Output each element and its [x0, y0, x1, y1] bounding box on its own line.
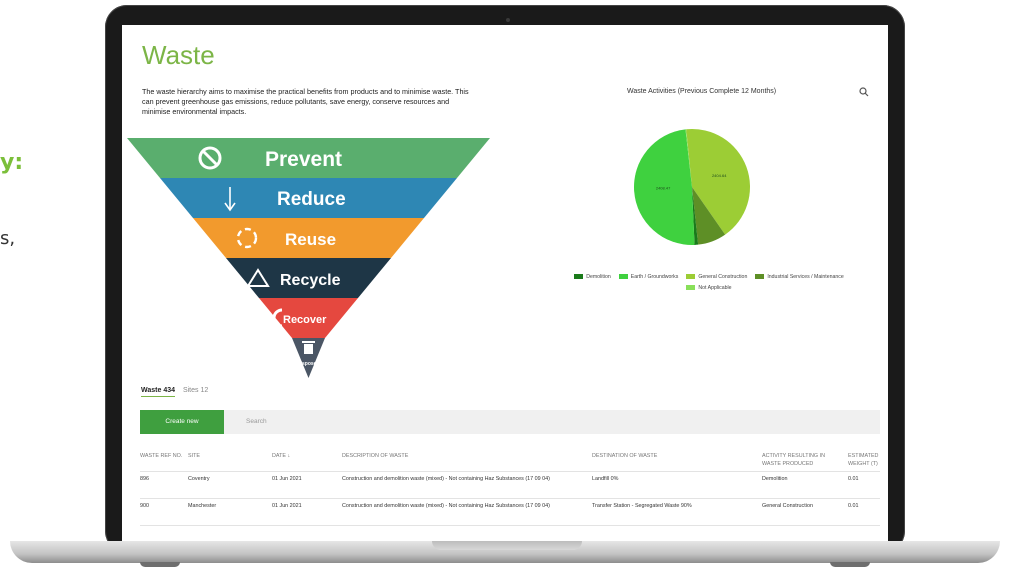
- legend-label: Not Applicable: [698, 285, 732, 291]
- tier-label-prevent: Prevent: [265, 148, 342, 171]
- table-row[interactable]: 896 Coventry 01 Jun 2021 Construction an…: [140, 472, 880, 499]
- tier-label-dispose: Dispose: [297, 361, 317, 367]
- tab-sites-count: 12: [200, 387, 209, 394]
- legend-item[interactable]: Demolition: [574, 272, 611, 283]
- cell-activity: Demolition: [762, 476, 788, 482]
- column-header-description[interactable]: DESCRIPTION OF WASTE: [342, 452, 582, 460]
- pie-data-label: 2408.47: [656, 185, 671, 190]
- waste-hierarchy-pyramid: Prevent Reduce Reuse Recycle Recover Dis…: [127, 138, 490, 378]
- legend-swatch: [618, 274, 628, 280]
- cell-site: Coventry: [188, 476, 210, 482]
- column-header-activity[interactable]: ACTIVITY RESULTING IN WASTE PRODUCED: [762, 452, 842, 468]
- table-header-row: WASTE REF NO. SITE DATE ↓ DESCRIPTION OF…: [140, 449, 880, 472]
- tab-waste-label: Waste: [141, 387, 162, 394]
- laptop-foot: [140, 562, 180, 567]
- tier-label-reuse: Reuse: [285, 230, 336, 249]
- column-header-date[interactable]: DATE ↓: [272, 452, 336, 460]
- legend-item[interactable]: General Construction: [686, 272, 747, 283]
- tab-bar: Waste 434 Sites 12: [141, 387, 214, 397]
- tab-waste[interactable]: Waste 434: [141, 387, 175, 397]
- cell-date: 01 Jun 2021: [272, 503, 302, 509]
- tier-label-recover: Recover: [283, 314, 327, 326]
- laptop-base-notch: [432, 541, 582, 550]
- cell-weight: 0.01: [848, 476, 859, 482]
- column-header-site[interactable]: SITE: [188, 452, 268, 460]
- legend-item[interactable]: Not Applicable: [686, 283, 732, 294]
- search-input[interactable]: Search: [240, 410, 880, 434]
- laptop-foot: [830, 562, 870, 567]
- screen: Waste The waste hierarchy aims to maximi…: [122, 25, 888, 545]
- chart-legend: Demolition Earth / Groundworks General Con…: [564, 272, 854, 294]
- cell-destination: Transfer Station - Segregated Waste 90%: [592, 503, 692, 509]
- table-row[interactable]: 900 Manchester 01 Jun 2021 Construction …: [140, 499, 880, 526]
- column-header-weight[interactable]: ESTIMATED WEIGHT (T): [848, 452, 880, 468]
- legend-item[interactable]: Earth / Groundworks: [618, 272, 679, 283]
- column-header-destination[interactable]: DESTINATION OF WASTE: [592, 452, 752, 460]
- cell-ref: 900: [140, 503, 149, 509]
- cell-description: Construction and demolition waste (mixed…: [342, 476, 550, 482]
- side-plain-text: s,: [0, 228, 16, 249]
- legend-label: Industrial Services / Maintenance: [767, 274, 844, 280]
- pie-data-label: 2404.64: [712, 173, 727, 178]
- search-icon[interactable]: [859, 87, 869, 97]
- table-toolbar: Create new Search: [140, 410, 880, 434]
- waste-table: WASTE REF NO. SITE DATE ↓ DESCRIPTION OF…: [140, 449, 880, 526]
- tab-waste-count: 434: [163, 387, 175, 394]
- legend-swatch: [755, 274, 765, 280]
- legend-label: Earth / Groundworks: [630, 274, 679, 280]
- cell-description: Construction and demolition waste (mixed…: [342, 503, 550, 509]
- chart-title: Waste Activities (Previous Complete 12 M…: [627, 88, 777, 95]
- create-new-button[interactable]: Create new: [140, 410, 224, 434]
- intro-text: The waste hierarchy aims to maximise the…: [142, 87, 469, 116]
- cell-weight: 0.01: [848, 503, 859, 509]
- page-title: Waste: [142, 40, 215, 70]
- tier-label-reduce: Reduce: [277, 189, 346, 210]
- cell-ref: 896: [140, 476, 149, 482]
- waste-activities-pie-chart: 2404.64 2408.47: [634, 129, 750, 245]
- legend-swatch: [686, 285, 696, 291]
- tab-sites[interactable]: Sites 12: [183, 387, 208, 394]
- tab-sites-label: Sites: [182, 387, 199, 394]
- legend-label: General Construction: [698, 274, 748, 280]
- legend-item[interactable]: Industrial Services / Maintenance: [755, 272, 844, 283]
- side-accent-text: y:: [0, 150, 24, 175]
- cell-date: 01 Jun 2021: [272, 476, 302, 482]
- column-header-ref[interactable]: WASTE REF NO.: [140, 452, 186, 460]
- cell-site: Manchester: [188, 503, 217, 509]
- cell-destination: Landfill 0%: [592, 476, 619, 482]
- legend-swatch: [686, 274, 696, 280]
- camera-dot: [506, 18, 510, 22]
- legend-label: Demolition: [586, 274, 611, 280]
- cell-activity: General Construction: [762, 503, 813, 509]
- legend-swatch: [574, 274, 584, 280]
- tier-label-recycle: Recycle: [280, 272, 341, 289]
